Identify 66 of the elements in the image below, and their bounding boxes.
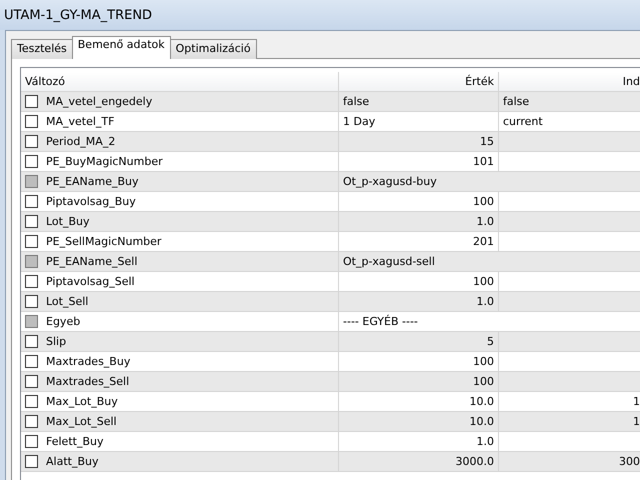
parameter-name: Period_MA_2 [46, 135, 116, 148]
parameter-value: 1 Day [343, 115, 376, 128]
parameter-value: 100 [473, 195, 494, 208]
parameter-value: 1.0 [476, 295, 494, 308]
tab[interactable]: Optimalizáció [170, 39, 257, 59]
parameter-name: Alatt_Buy [46, 455, 98, 468]
parameter-value: ---- EGYÉB ---- [343, 315, 418, 328]
parameter-name: MA_vetel_engedely [46, 95, 152, 108]
checkbox[interactable] [25, 235, 38, 248]
tab[interactable]: Bemenő adatok [72, 36, 171, 59]
parameter-name: Lot_Buy [46, 215, 90, 228]
parameter-name: Max_Lot_Buy [46, 395, 118, 408]
checkbox[interactable] [25, 415, 38, 428]
parameter-value: 3000.0 [456, 455, 494, 468]
parameter-value: 100 [473, 355, 494, 368]
checkbox[interactable] [25, 455, 38, 468]
parameter-name: Egyeb [46, 315, 80, 328]
checkbox[interactable] [25, 135, 38, 148]
parameter-value: 10.0 [470, 395, 494, 408]
parameter-value: 101 [473, 155, 494, 168]
column-header[interactable]: Ind [499, 72, 640, 91]
checkbox[interactable] [25, 355, 38, 368]
parameter-name: PE_EAName_Sell [46, 255, 138, 268]
parameter-name: Maxtrades_Sell [46, 375, 130, 388]
checkbox[interactable] [25, 115, 38, 128]
column-header[interactable]: Változó [21, 72, 339, 91]
parameter-name: PE_BuyMagicNumber [46, 155, 163, 168]
parameter-value: 1.0 [476, 435, 494, 448]
parameter-value: 10.0 [470, 415, 494, 428]
parameter-name: Piptavolsag_Sell [46, 275, 135, 288]
checkbox[interactable] [25, 335, 38, 348]
parameter-name: Lot_Sell [46, 295, 88, 308]
checkbox[interactable] [25, 155, 38, 168]
parameter-value: 201 [473, 235, 494, 248]
checkbox[interactable] [25, 295, 38, 308]
parameter-name: PE_EAName_Buy [46, 175, 139, 188]
checkbox[interactable] [25, 375, 38, 388]
table-cell: current [503, 115, 543, 128]
tab[interactable]: Tesztelés [11, 39, 73, 59]
parameter-value: Ot_p-xagusd-buy [343, 175, 437, 188]
parameter-name: PE_SellMagicNumber [46, 235, 162, 248]
parameter-name: Max_Lot_Sell [46, 415, 117, 428]
parameter-value: 100 [473, 375, 494, 388]
table-cell: 1 [633, 415, 640, 428]
parameter-name: MA_vetel_TF [46, 115, 114, 128]
column-header[interactable]: Érték [339, 72, 499, 91]
parameter-value: 5 [487, 335, 494, 348]
parameter-name: Felett_Buy [46, 435, 104, 448]
parameter-name: Slip [46, 335, 66, 348]
parameter-value: 1.0 [476, 215, 494, 228]
parameter-name: Maxtrades_Buy [46, 355, 130, 368]
parameter-name: Piptavolsag_Buy [46, 195, 136, 208]
parameter-value: 100 [473, 275, 494, 288]
checkbox[interactable] [25, 95, 38, 108]
checkbox[interactable] [25, 215, 38, 228]
table-cell: 300 [619, 455, 640, 468]
window-title: UTAM-1_GY-MA_TREND [4, 8, 152, 22]
parameter-value: Ot_p-xagusd-sell [343, 255, 435, 268]
parameter-value: false [343, 95, 370, 108]
checkbox[interactable] [25, 195, 38, 208]
checkbox[interactable] [25, 275, 38, 288]
checkbox[interactable] [25, 395, 38, 408]
parameter-value: 15 [480, 135, 494, 148]
checkbox[interactable] [25, 435, 38, 448]
table-cell: false [503, 95, 530, 108]
table-cell: 1 [633, 395, 640, 408]
